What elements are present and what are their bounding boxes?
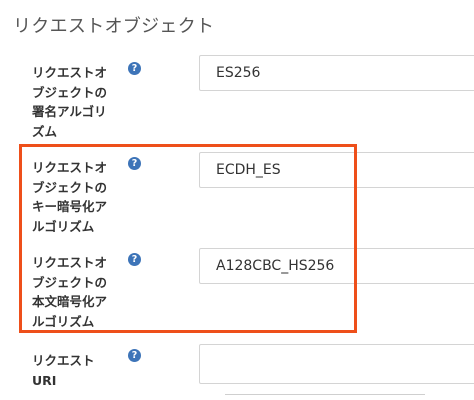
field-label-line: URI [32, 372, 57, 388]
field-label-line: リクエスト [32, 353, 95, 368]
field-label-line: ルゴリズム [32, 218, 95, 234]
help-icon[interactable]: ? [128, 349, 141, 362]
field-label-line: ルゴリズム [32, 313, 95, 329]
field-label-line: 署名アルゴリ [32, 104, 107, 119]
key-encryption-algorithm-field[interactable]: ECDH_ES [199, 152, 474, 188]
section-title: リクエストオブジェクト [13, 16, 215, 37]
field-label-signature-algorithm: リクエストオ ブジェクトの 署名アルゴリ ズム [32, 63, 122, 141]
help-icon[interactable]: ? [128, 253, 141, 266]
field-label-line: ブジェクトの [32, 84, 108, 100]
field-label-key-encryption-algorithm: リクエストオ ブジェクトの キー暗号化ア ルゴリズム [32, 158, 122, 236]
field-label-line: リクエストオ [32, 160, 108, 175]
field-label-line: 本文暗号化ア [32, 294, 108, 309]
field-label-line: リクエストオ [32, 255, 108, 270]
signature-algorithm-field[interactable]: ES256 [199, 55, 474, 91]
help-icon[interactable]: ? [128, 62, 141, 75]
field-label-line: キー暗号化ア [32, 199, 108, 214]
field-label-line: ブジェクトの [32, 274, 108, 290]
field-label-line: リクエストオ [32, 65, 108, 80]
help-icon[interactable]: ? [128, 157, 141, 170]
request-uri-field[interactable] [199, 344, 474, 384]
field-label-content-encryption-algorithm: リクエストオ ブジェクトの 本文暗号化ア ルゴリズム [32, 253, 122, 331]
field-label-line: ブジェクトの [32, 179, 108, 195]
field-label-line: ズム [32, 123, 58, 139]
next-field-edge [225, 394, 425, 400]
field-label-request-uri: リクエスト URI [32, 351, 122, 390]
content-encryption-algorithm-field[interactable]: A128CBC_HS256 [199, 248, 474, 284]
